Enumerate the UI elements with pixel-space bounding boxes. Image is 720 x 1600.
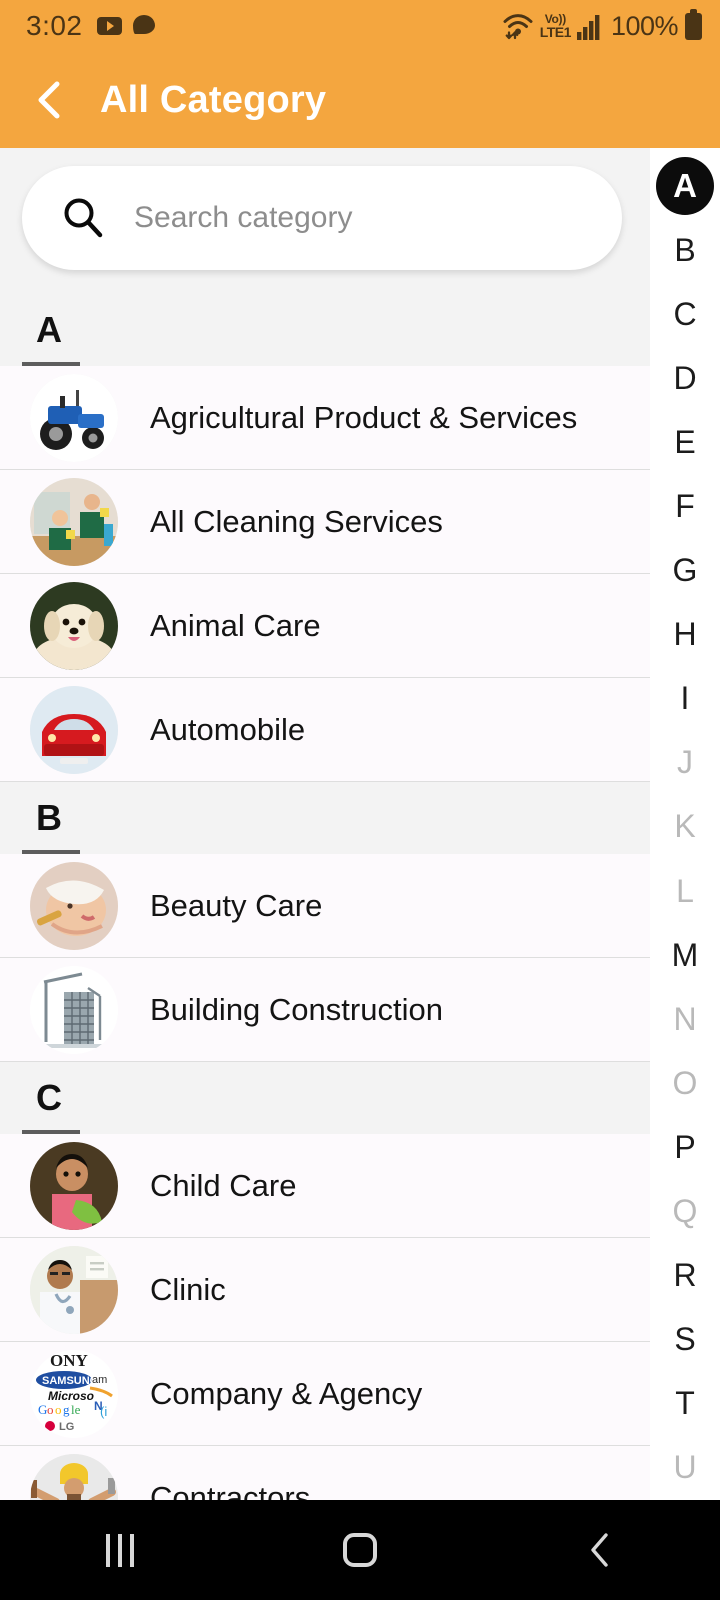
list-item[interactable]: Animal Care: [0, 574, 650, 678]
search-section: [0, 148, 650, 294]
index-letter-o[interactable]: O: [650, 1051, 720, 1115]
list-item[interactable]: Building Construction: [0, 958, 650, 1062]
alphabet-index-strip[interactable]: A B C D E F G H I J K L M N O P Q R S T …: [650, 148, 720, 1500]
index-letter-m[interactable]: M: [650, 923, 720, 987]
system-nav-bar: [0, 1500, 720, 1600]
svg-text:o: o: [55, 1402, 62, 1417]
list-item-label: Animal Care: [150, 607, 321, 643]
category-list-container[interactable]: A Agricultural Product & Services: [0, 148, 650, 1500]
youtube-icon: [96, 17, 122, 35]
home-button[interactable]: [240, 1500, 480, 1600]
battery-percent: 100%: [610, 10, 679, 41]
list-item-label: Automobile: [150, 711, 306, 747]
index-letter-f[interactable]: F: [650, 474, 720, 538]
svg-text:ONY: ONY: [50, 1351, 88, 1370]
red-car-image: [30, 685, 118, 774]
index-letter-j[interactable]: J: [650, 731, 720, 795]
chat-bubble-icon: [132, 15, 155, 37]
svg-text:Microso: Microso: [48, 1389, 94, 1403]
svg-text:LG: LG: [59, 1421, 74, 1433]
list-item-label: Beauty Care: [150, 887, 323, 923]
tractor-image: [30, 373, 118, 462]
construction-crane-image: [30, 965, 118, 1054]
child-image: [30, 1141, 118, 1230]
recents-icon: [106, 1533, 134, 1567]
index-letter-e[interactable]: E: [650, 410, 720, 474]
puppy-image: [30, 581, 118, 670]
svg-text:SAMSUNG: SAMSUNG: [42, 1375, 98, 1387]
svg-text:o: o: [47, 1402, 54, 1417]
index-letter-r[interactable]: R: [650, 1244, 720, 1308]
status-system-icons: Vo)) LTE1 100%: [502, 8, 702, 42]
list-item-label: Company & Agency: [150, 1375, 423, 1411]
system-back-button[interactable]: [480, 1500, 720, 1600]
list-item-label: Agricultural Product & Services: [150, 399, 578, 435]
index-letter-s[interactable]: S: [650, 1308, 720, 1372]
back-icon: [591, 1533, 608, 1567]
volte-icon: Vo)) LTE1: [539, 12, 572, 40]
list-item[interactable]: All Cleaning Services: [0, 470, 650, 574]
doctor-image: [30, 1245, 118, 1334]
handyman-image: [30, 1453, 118, 1500]
list-item-label: Building Construction: [150, 991, 443, 1027]
index-letter-p[interactable]: P: [650, 1115, 720, 1179]
svg-text:(i: (i: [100, 1404, 107, 1419]
signal-bars-icon: [576, 13, 605, 40]
list-item[interactable]: Child Care: [0, 1134, 650, 1238]
index-letter-h[interactable]: H: [650, 603, 720, 667]
index-letter-k[interactable]: K: [650, 795, 720, 859]
chevron-left-icon: [38, 81, 60, 119]
list-item[interactable]: Agricultural Product & Services: [0, 366, 650, 470]
index-letter-l[interactable]: L: [650, 859, 720, 923]
section-header-a: A: [0, 294, 650, 366]
list-item-label: All Cleaning Services: [150, 503, 443, 539]
index-letter-d[interactable]: D: [650, 346, 720, 410]
facial-treatment-image: [30, 861, 118, 950]
index-letter-g[interactable]: G: [650, 539, 720, 603]
index-letter-b[interactable]: B: [650, 218, 720, 282]
index-letter-c[interactable]: C: [650, 282, 720, 346]
list-item[interactable]: ONY SAMSUNG am Microso G o o g le N (i L…: [0, 1342, 650, 1446]
list-item[interactable]: Clinic: [0, 1238, 650, 1342]
svg-text:g: g: [63, 1402, 70, 1417]
page-body: A Agricultural Product & Services: [0, 148, 720, 1500]
back-button[interactable]: [26, 77, 72, 123]
list-item[interactable]: Automobile: [0, 678, 650, 782]
svg-text:le: le: [71, 1402, 81, 1417]
list-item-label: Clinic: [150, 1271, 226, 1307]
list-item[interactable]: Beauty Care: [0, 854, 650, 958]
svg-text:G: G: [38, 1402, 47, 1417]
svg-text:am: am: [92, 1374, 107, 1386]
index-letter-a[interactable]: A: [650, 154, 720, 218]
recents-button[interactable]: [0, 1500, 240, 1600]
status-bar: 3:02 Vo)) LTE1 100%: [0, 0, 720, 52]
list-item-label: Contractors: [150, 1479, 311, 1501]
search-icon: [60, 195, 106, 241]
cleaners-image: [30, 477, 118, 566]
index-letter-n[interactable]: N: [650, 987, 720, 1051]
section-letter: B: [36, 797, 62, 838]
brand-logos-image: ONY SAMSUNG am Microso G o o g le N (i L…: [30, 1349, 118, 1438]
search-bar[interactable]: [22, 166, 622, 270]
list-item-label: Child Care: [150, 1167, 297, 1203]
section-letter: A: [36, 309, 62, 350]
wifi-icon: [502, 12, 534, 40]
list-item[interactable]: Contractors: [0, 1446, 650, 1500]
section-header-b: B: [0, 782, 650, 854]
index-letter-i[interactable]: I: [650, 667, 720, 731]
status-notification-icons: [96, 15, 155, 37]
index-letter-q[interactable]: Q: [650, 1180, 720, 1244]
page-title: All Category: [100, 78, 327, 121]
index-letter-u[interactable]: U: [650, 1436, 720, 1500]
home-icon: [343, 1533, 377, 1567]
battery-icon: [685, 8, 702, 40]
index-letter-t[interactable]: T: [650, 1372, 720, 1436]
section-letter: C: [36, 1077, 62, 1118]
search-input[interactable]: [134, 201, 622, 235]
section-header-c: C: [0, 1062, 650, 1134]
status-time: 3:02: [26, 10, 83, 41]
app-bar: All Category: [0, 52, 720, 148]
